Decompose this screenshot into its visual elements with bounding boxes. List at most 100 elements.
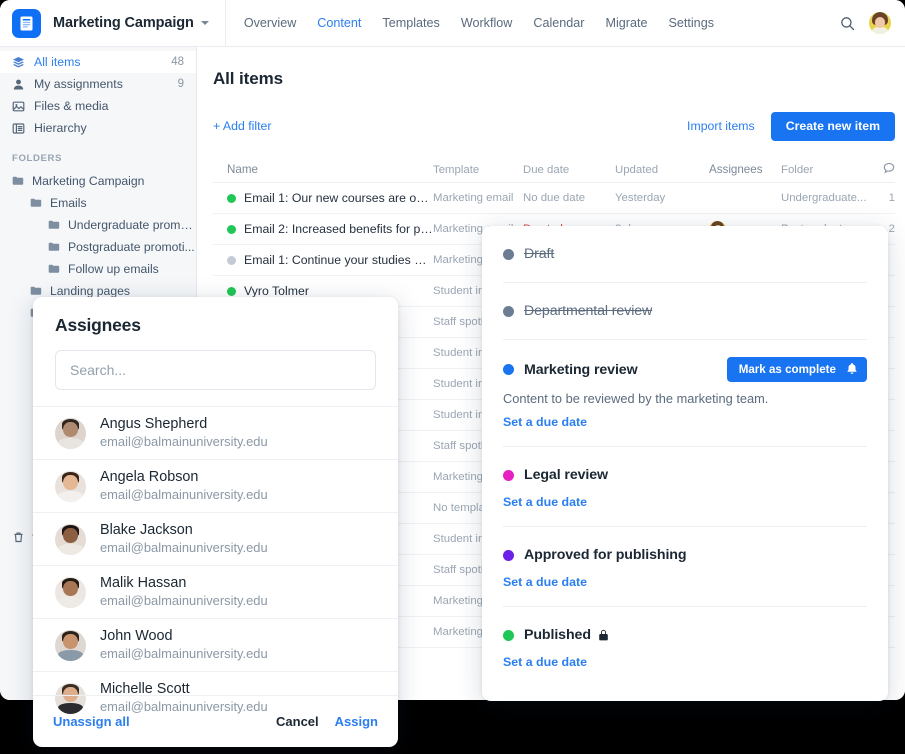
assignee-list-item[interactable]: Blake Jackson email@balmainuniversity.edu: [33, 512, 398, 565]
folder-emails[interactable]: Emails: [0, 192, 196, 214]
add-filter-button[interactable]: + Add filter: [213, 119, 271, 133]
workflow-step[interactable]: Published Set a due date: [503, 607, 867, 669]
sidebar-item-label: My assignments: [34, 77, 123, 91]
folder-marketing-campaign[interactable]: Marketing Campaign: [0, 170, 196, 192]
assignee-list: Angus Shepherd email@balmainuniversity.ed…: [33, 406, 398, 724]
avatar: [55, 523, 86, 555]
nav-item-templates[interactable]: Templates: [382, 16, 439, 30]
person-icon: [12, 78, 29, 91]
sidebar-item-label: Hierarchy: [34, 121, 87, 135]
table-row[interactable]: Email 1: Our new courses are online Marke…: [213, 183, 895, 214]
sidebar-item-files-media[interactable]: Files & media: [0, 95, 196, 117]
status-dot-icon: [227, 255, 236, 265]
assign-button[interactable]: Assign: [335, 714, 378, 729]
image-icon: [12, 100, 29, 113]
bell-icon: [846, 362, 858, 378]
brand-area[interactable]: Marketing Campaign: [0, 8, 209, 38]
sidebar-item-all-items[interactable]: All items 48: [0, 51, 196, 73]
workflow-step[interactable]: Approved for publishing Set a due date: [503, 527, 867, 607]
assignee-list-item[interactable]: Angus Shepherd email@balmainuniversity.ed…: [33, 406, 398, 459]
column-header-assignees[interactable]: Assignees: [709, 163, 781, 176]
status-dot-icon: [503, 364, 514, 375]
sidebar-item-my-assignments[interactable]: My assignments 9: [0, 73, 196, 95]
set-due-date-link[interactable]: Set a due date: [503, 575, 867, 589]
column-header-due-date[interactable]: Due date: [523, 164, 615, 176]
workflow-step-list: Draft Departmental review Marketing review…: [503, 226, 867, 669]
assignee-info: John Wood email@balmainuniversity.edu: [100, 628, 268, 662]
column-header-updated[interactable]: Updated: [615, 164, 709, 176]
status-dot-icon: [503, 248, 514, 260]
nav-item-settings[interactable]: Settings: [668, 16, 714, 30]
assignee-email: email@balmainuniversity.edu: [100, 592, 268, 608]
screen: Marketing Campaign Overview Content Temp…: [0, 0, 905, 754]
top-navigation-bar: Marketing Campaign Overview Content Temp…: [0, 0, 905, 47]
workflow-step-header: Approved for publishing: [503, 544, 867, 566]
create-new-item-button[interactable]: Create new item: [770, 111, 895, 141]
folders-heading: FOLDERS: [12, 153, 63, 164]
folder-undergraduate-promo[interactable]: Undergraduate promo...: [0, 214, 196, 236]
nav-item-content[interactable]: Content: [317, 16, 361, 30]
column-header-name[interactable]: Name: [213, 163, 433, 176]
assignee-list-item[interactable]: Angela Robson email@balmainuniversity.edu: [33, 459, 398, 512]
cell-template: Marketing email: [433, 192, 514, 204]
folder-postgraduate-promoti[interactable]: Postgraduate promoti...: [0, 236, 196, 258]
folder-label: Follow up emails: [68, 262, 159, 276]
workflow-step-header: Marketing review Mark as complete: [503, 357, 867, 382]
sidebar-item-hierarchy[interactable]: Hierarchy: [0, 117, 196, 139]
avatar: [55, 470, 86, 502]
cell-name: Email 1: Continue your studies and lev..…: [213, 253, 433, 267]
cell-name: Vyro Tolmer: [213, 284, 433, 298]
workflow-step-label: Approved for publishing: [524, 547, 687, 563]
nav-item-workflow[interactable]: Workflow: [461, 16, 513, 30]
folder-follow-up-emails[interactable]: Follow up emails: [0, 258, 196, 280]
assignee-search-field[interactable]: [55, 350, 376, 390]
workflow-step[interactable]: Marketing review Mark as complete Content …: [503, 340, 867, 447]
set-due-date-link[interactable]: Set a due date: [503, 495, 867, 509]
folder-icon: [48, 263, 62, 275]
item-name: Vyro Tolmer: [244, 284, 309, 298]
workflow-step-label: Legal review: [524, 467, 608, 483]
status-dot-icon: [227, 193, 236, 203]
chevron-down-icon[interactable]: [200, 21, 209, 25]
nav-item-calendar[interactable]: Calendar: [533, 16, 584, 30]
divider: [224, 0, 226, 47]
lock-icon: [598, 629, 609, 641]
workflow-step[interactable]: Draft: [503, 226, 867, 283]
cancel-button[interactable]: Cancel: [276, 714, 319, 729]
user-avatar[interactable]: [869, 12, 891, 34]
page-title: All items: [213, 69, 283, 88]
nav-item-migrate[interactable]: Migrate: [605, 16, 647, 30]
assignee-name: Malik Hassan: [100, 575, 187, 592]
column-header-folder[interactable]: Folder: [781, 164, 869, 176]
assignee-list-item[interactable]: Malik Hassan email@balmainuniversity.edu: [33, 565, 398, 618]
search-input[interactable]: [70, 362, 361, 378]
cell-comment-count: 1: [888, 192, 895, 204]
top-right-actions: [837, 12, 905, 34]
assignee-name: Blake Jackson: [100, 522, 193, 539]
workflow-step-header: Published: [503, 624, 867, 646]
workflow-step[interactable]: Departmental review: [503, 283, 867, 340]
import-items-button[interactable]: Import items: [687, 119, 755, 133]
column-header-template[interactable]: Template: [433, 164, 523, 176]
mark-as-complete-button[interactable]: Mark as complete: [726, 357, 867, 382]
cell-name: Email 2: Increased benefits for post-g..…: [213, 222, 433, 236]
assignee-list-item[interactable]: John Wood email@balmainuniversity.edu: [33, 618, 398, 671]
unassign-all-button[interactable]: Unassign all: [53, 714, 130, 729]
assignee-name: John Wood: [100, 628, 173, 645]
folder-label: Postgraduate promoti...: [68, 240, 195, 254]
workflow-step[interactable]: Legal review Set a due date: [503, 447, 867, 527]
folder-label: Undergraduate promo...: [68, 218, 196, 232]
assignee-email: email@balmainuniversity.edu: [100, 645, 268, 661]
search-icon[interactable]: [837, 13, 857, 33]
trash-icon: [12, 531, 25, 547]
table-header-row: Name Template Due date Updated Assignees…: [213, 161, 895, 183]
assignee-email: email@balmainuniversity.edu: [100, 486, 268, 502]
status-dot-icon: [503, 305, 514, 317]
workflow-step-label: Departmental review: [524, 303, 653, 319]
cell-updated: Yesterday: [615, 192, 666, 204]
status-dot-icon: [503, 549, 514, 561]
set-due-date-link[interactable]: Set a due date: [503, 415, 867, 429]
nav-item-overview[interactable]: Overview: [244, 16, 296, 30]
set-due-date-link[interactable]: Set a due date: [503, 655, 867, 669]
workflow-step-header: Draft: [503, 243, 867, 265]
